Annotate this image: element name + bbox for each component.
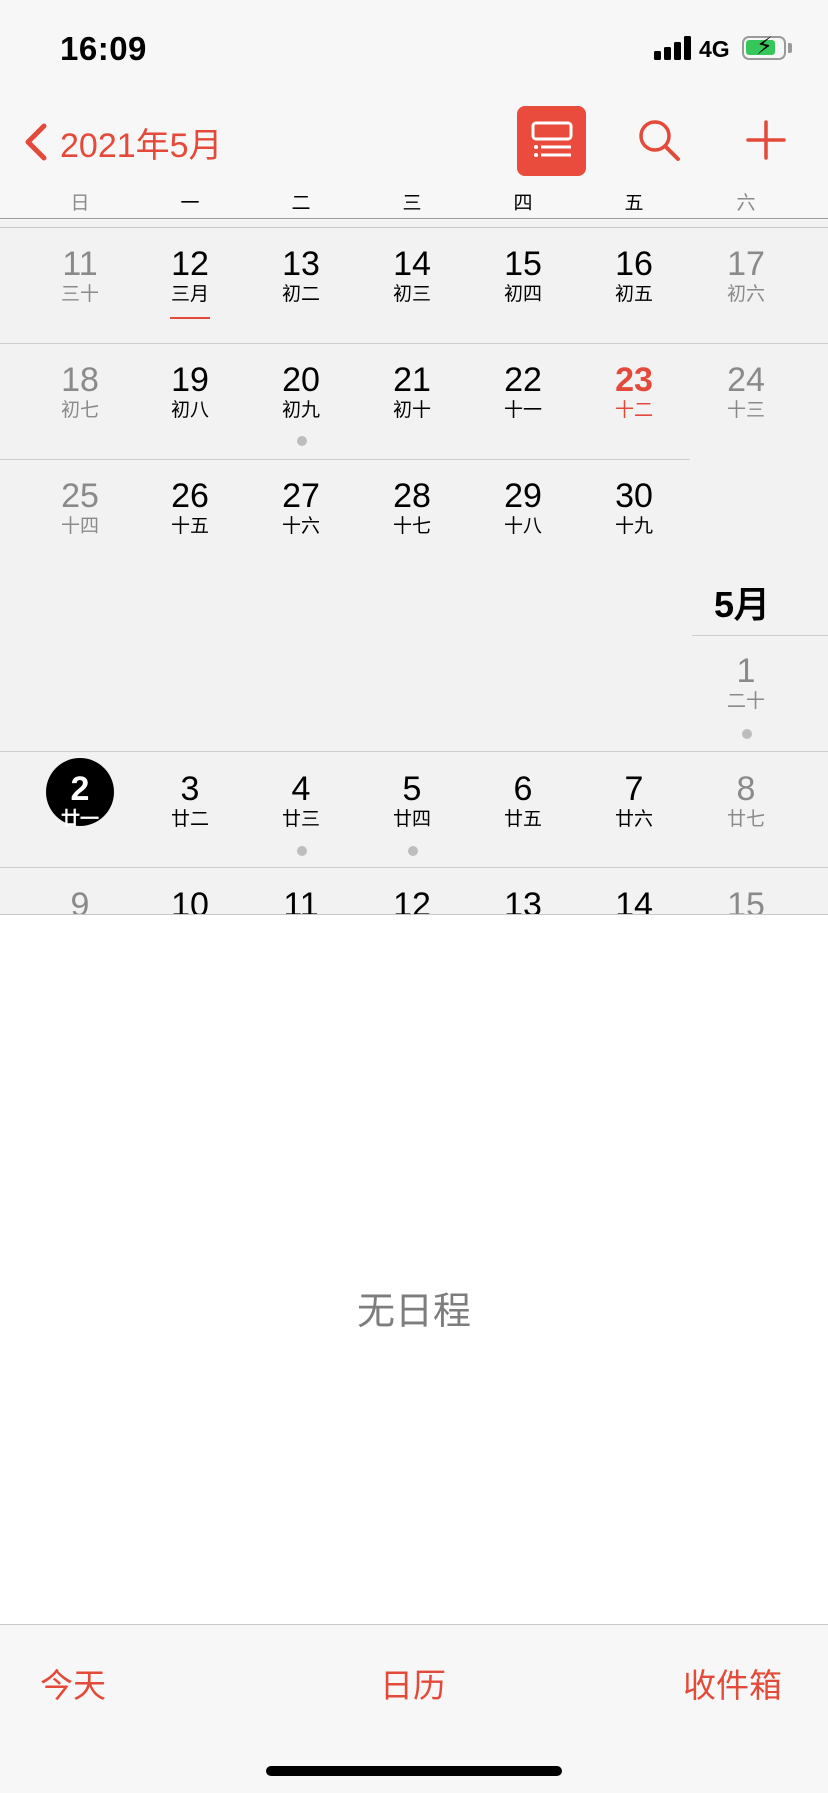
- day-cell[interactable]: 6 廿五: [468, 770, 578, 831]
- day-cell[interactable]: 18 初七: [25, 361, 135, 422]
- calendars-button[interactable]: 日历: [380, 1659, 446, 1707]
- lunar-month-start-marker: [170, 317, 210, 319]
- status-bar: 16:09 4G ⚡: [0, 0, 828, 100]
- day-cell[interactable]: 12 三月: [135, 245, 245, 324]
- day-cell[interactable]: 11: [246, 886, 356, 915]
- day-cell[interactable]: 14 初三: [357, 245, 467, 306]
- nav-bar: 2021年5月 日 一 二 三 四 五 六: [0, 100, 828, 220]
- today-button[interactable]: 今天: [40, 1659, 106, 1707]
- day-cell[interactable]: 1 二十: [691, 652, 801, 713]
- week-divider: [0, 867, 828, 868]
- day-cell[interactable]: 10: [135, 886, 245, 915]
- day-cell[interactable]: 14: [579, 886, 689, 915]
- day-cell[interactable]: 9: [25, 886, 135, 915]
- day-cell[interactable]: 21 初十: [357, 361, 467, 422]
- day-cell[interactable]: 28 十七: [357, 477, 467, 538]
- day-cell[interactable]: 24 十三: [691, 361, 801, 422]
- status-time: 16:09: [60, 30, 147, 67]
- day-cell[interactable]: 17 初六: [691, 245, 801, 306]
- list-view-button[interactable]: [517, 106, 586, 176]
- inbox-button[interactable]: 收件箱: [683, 1659, 782, 1707]
- weekday-sun: 日: [70, 193, 90, 214]
- weekday-fri: 五: [624, 193, 644, 214]
- divider: [0, 227, 828, 228]
- day-cell[interactable]: 20 初九: [246, 361, 356, 422]
- weekday-sat: 六: [736, 193, 756, 214]
- back-label: 2021年5月: [60, 126, 223, 165]
- month-divider: [692, 635, 828, 636]
- month-calendar: 11 三十 12 三月 13 初二 14 初三 15 初四 16 初五 17 初…: [0, 220, 828, 915]
- day-cell[interactable]: 3 廿二: [135, 770, 245, 831]
- event-indicator: [742, 729, 752, 739]
- list-view-icon: [531, 121, 573, 157]
- charging-bolt-icon: ⚡: [756, 33, 773, 60]
- event-indicator: [297, 436, 307, 446]
- network-type: 4G: [699, 36, 730, 62]
- weekday-mon: 一: [180, 193, 200, 214]
- week-divider: [0, 459, 690, 460]
- day-cell[interactable]: 15: [691, 886, 801, 915]
- signal-strength-icon: [654, 36, 692, 60]
- day-cell[interactable]: 13 初二: [246, 245, 356, 306]
- day-cell[interactable]: 25 十四: [25, 477, 135, 538]
- nav-divider: [0, 218, 828, 219]
- week-divider: [0, 751, 828, 752]
- calendar-bottom-divider: [0, 914, 828, 915]
- back-to-month-button[interactable]: 2021年5月: [22, 117, 223, 167]
- month-header: 5月: [714, 584, 771, 625]
- day-cell-selected[interactable]: 2 廿一: [25, 758, 135, 831]
- home-indicator[interactable]: [266, 1766, 562, 1776]
- no-events-label: 无日程: [356, 1291, 471, 1333]
- day-cell[interactable]: 16 初五: [579, 245, 689, 306]
- weekday-header: 日 一 二 三 四 五 六: [0, 188, 828, 218]
- day-cell[interactable]: 12: [357, 886, 467, 915]
- week-divider: [0, 343, 828, 344]
- event-indicator: [297, 846, 307, 856]
- day-cell[interactable]: 29 十八: [468, 477, 578, 538]
- day-cell-today[interactable]: 23 十二: [579, 361, 689, 422]
- day-cell[interactable]: 27 十六: [246, 477, 356, 538]
- search-icon[interactable]: [636, 117, 682, 163]
- battery-cap: [788, 43, 792, 53]
- day-cell[interactable]: 30 十九: [579, 477, 689, 538]
- battery-icon: ⚡: [742, 33, 786, 60]
- day-cell[interactable]: 4 廿三: [246, 770, 356, 831]
- day-cell[interactable]: 11 三十: [25, 245, 135, 306]
- day-cell[interactable]: 19 初八: [135, 361, 245, 422]
- day-cell[interactable]: 26 十五: [135, 477, 245, 538]
- tab-bar: 今天 日历 收件箱: [0, 1624, 828, 1793]
- chevron-left-icon: [25, 123, 47, 161]
- event-indicator: [408, 846, 418, 856]
- weekday-tue: 二: [291, 193, 311, 214]
- day-cell[interactable]: 5 廿四: [357, 770, 467, 831]
- plus-icon[interactable]: [746, 120, 786, 160]
- weekday-wed: 三: [402, 193, 422, 214]
- day-cell[interactable]: 13: [468, 886, 578, 915]
- day-cell[interactable]: 22 十一: [468, 361, 578, 422]
- day-cell[interactable]: 7 廿六: [579, 770, 689, 831]
- day-cell[interactable]: 8 廿七: [691, 770, 801, 831]
- day-cell[interactable]: 15 初四: [468, 245, 578, 306]
- weekday-thu: 四: [513, 193, 533, 214]
